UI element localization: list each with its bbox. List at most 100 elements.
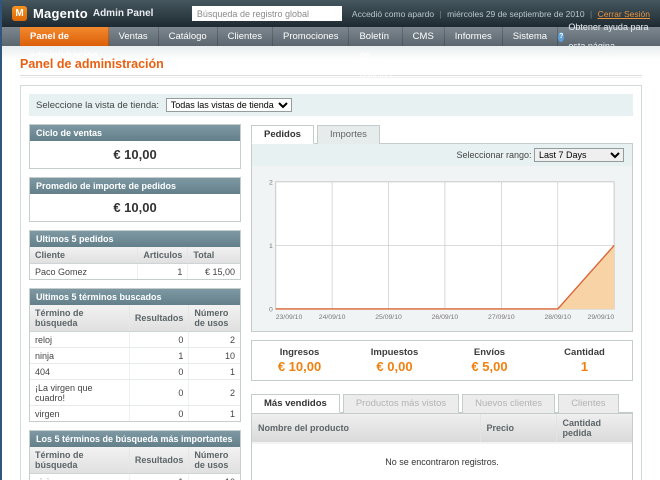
tab-m-s-vendidos[interactable]: Más vendidos xyxy=(251,394,340,413)
table-row: ninja110 xyxy=(30,474,240,480)
column-header: Número de usos xyxy=(189,447,240,474)
store-switcher-label: Seleccione la vista de tienda: xyxy=(36,100,159,111)
svg-text:26/09/10: 26/09/10 xyxy=(432,314,459,321)
total-label: Impuestos xyxy=(347,347,442,358)
grid-header-row: Nombre del productoPrecioCantidad pedida xyxy=(252,414,632,443)
magento-logo-icon: M xyxy=(12,6,27,21)
tab-clientes[interactable]: Clientes xyxy=(558,394,618,413)
total-env-os: Envíos€ 5,00 xyxy=(442,347,537,374)
current-date: miércoles 29 de septiembre de 2010 xyxy=(447,9,585,19)
top-search-table: Término de búsquedaResultadosNúmero de u… xyxy=(30,447,240,480)
table-header-row: Término de búsquedaResultadosNúmero de u… xyxy=(30,447,240,474)
total-value: 1 xyxy=(537,359,632,374)
chart-tabs: PedidosImportes xyxy=(251,124,633,144)
average-orders-box: Promedio de importe de pedidos € 10,00 xyxy=(29,177,241,222)
nav-item-clientes[interactable]: Clientes xyxy=(218,27,273,46)
tab-nuevos-clientes[interactable]: Nuevos clientes xyxy=(462,394,555,413)
column-header: Resultados xyxy=(129,305,189,332)
nav-item-cms[interactable]: CMS xyxy=(403,27,445,46)
separator: | xyxy=(440,9,442,19)
nav-item-ventas[interactable]: Ventas xyxy=(109,27,159,46)
column-header: Término de búsqueda xyxy=(30,447,129,474)
sidebar-stats: Ciclo de ventas € 10,00 Promedio de impo… xyxy=(29,124,241,480)
orders-chart: 01223/09/1024/09/1025/09/1026/09/1027/09… xyxy=(252,166,632,331)
table-cell: 0 xyxy=(129,364,189,380)
box-title: Promedio de importe de pedidos xyxy=(30,178,240,194)
svg-text:23/09/10: 23/09/10 xyxy=(276,314,303,321)
grid-column-header: Precio xyxy=(480,414,556,443)
column-header: Resultados xyxy=(129,447,189,474)
table-header-row: ClienteArticulosTotal xyxy=(30,247,240,264)
total-cantidad: Cantidad1 xyxy=(537,347,632,374)
brand-suffix: Admin Panel xyxy=(93,8,154,19)
average-orders-value: € 10,00 xyxy=(30,194,240,221)
table-cell: ninja xyxy=(30,348,129,364)
total-label: Envíos xyxy=(442,347,537,358)
column-header: Número de usos xyxy=(189,305,240,332)
table-row: ninja110 xyxy=(30,348,240,364)
svg-text:27/09/10: 27/09/10 xyxy=(488,314,515,321)
nav-item-sistema[interactable]: Sistema xyxy=(503,27,558,46)
brand-name: Magento xyxy=(33,6,88,21)
svg-text:25/09/10: 25/09/10 xyxy=(375,314,402,321)
last-orders-box: Ultimos 5 pedidos ClienteArticulosTotalP… xyxy=(29,230,241,280)
title-divider xyxy=(20,75,642,78)
range-select[interactable]: Last 7 Days xyxy=(534,148,624,162)
table-row: virgen01 xyxy=(30,406,240,422)
svg-text:0: 0 xyxy=(269,306,273,313)
table-cell: 2 xyxy=(189,332,240,348)
grid-column-header: Cantidad pedida xyxy=(556,414,632,443)
svg-text:29/09/10: 29/09/10 xyxy=(588,314,615,321)
nav-item-bolet-n-de-noticias[interactable]: Boletín de noticias xyxy=(349,27,402,46)
grid-empty-row: No se encontraron registros. xyxy=(252,443,632,480)
nav-item-panel-de-administraci-n[interactable]: Panel de administración xyxy=(20,27,109,46)
nav-item-promociones[interactable]: Promociones xyxy=(273,27,349,46)
column-header: Cliente xyxy=(30,247,138,264)
range-label: Seleccionar rango: xyxy=(456,150,531,160)
svg-text:1: 1 xyxy=(269,243,273,250)
tab-importes[interactable]: Importes xyxy=(317,125,380,144)
lifetime-sales-value: € 10,00 xyxy=(30,141,240,168)
table-row: Paco Gomez1€ 15,00 xyxy=(30,264,240,280)
help-link[interactable]: ? Obtener ayuda para esta página xyxy=(558,27,660,46)
store-switcher-select[interactable]: Todas las vistas de tienda xyxy=(166,98,292,112)
table-cell: € 15,00 xyxy=(188,264,240,280)
table-row: reloj02 xyxy=(30,332,240,348)
top-search-terms-box: Los 5 términos de búsqueda más important… xyxy=(29,430,241,480)
lifetime-sales-box: Ciclo de ventas € 10,00 xyxy=(29,124,241,169)
tab-productos-m-s-vistos[interactable]: Productos más vistos xyxy=(343,394,459,413)
table-cell: 2 xyxy=(189,380,240,406)
dashboard-main: PedidosImportes Seleccionar rango: Last … xyxy=(251,124,633,480)
table-cell: ¡La virgen que cuadro! xyxy=(30,380,129,406)
box-title: Ultimos 5 pedidos xyxy=(30,231,240,247)
help-label: Obtener ayuda para esta página xyxy=(568,18,650,56)
table-cell: 1 xyxy=(129,348,189,364)
total-impuestos: Impuestos€ 0,00 xyxy=(347,347,442,374)
table-cell: 1 xyxy=(138,264,188,280)
total-ingresos: Ingresos€ 10,00 xyxy=(252,347,347,374)
table-cell: 404 xyxy=(30,364,129,380)
total-label: Ingresos xyxy=(252,347,347,358)
svg-text:2: 2 xyxy=(269,179,273,186)
box-title: Ultimos 5 términos buscados xyxy=(30,289,240,305)
box-title: Los 5 términos de búsqueda más important… xyxy=(30,431,240,447)
table-cell: 0 xyxy=(129,406,189,422)
global-search-input[interactable] xyxy=(192,6,342,21)
nav-item-cat-logo[interactable]: Catálogo xyxy=(159,27,218,46)
total-label: Cantidad xyxy=(537,347,632,358)
total-value: € 0,00 xyxy=(347,359,442,374)
box-title: Ciclo de ventas xyxy=(30,125,240,141)
nav-item-informes[interactable]: Informes xyxy=(445,27,503,46)
nav-items: Panel de administraciónVentasCatálogoCli… xyxy=(20,27,558,46)
table-cell: 1 xyxy=(189,406,240,422)
table-cell: ninja xyxy=(30,474,129,480)
tab-pedidos[interactable]: Pedidos xyxy=(251,125,314,144)
table-cell: 1 xyxy=(189,364,240,380)
app-header: M Magento Admin Panel Accedió como apard… xyxy=(2,0,660,27)
table-cell: 1 xyxy=(129,474,189,480)
table-header-row: Término de búsquedaResultadosNúmero de u… xyxy=(30,305,240,332)
bestsellers-grid: Nombre del productoPrecioCantidad pedida… xyxy=(251,413,633,480)
orders-tab-content: Seleccionar rango: Last 7 Days 0 1 2 23/09/… xyxy=(251,144,633,332)
dashboard-panel: Seleccione la vista de tienda: Todas las… xyxy=(20,85,642,480)
main-nav: Panel de administraciónVentasCatálogoCli… xyxy=(2,27,660,46)
